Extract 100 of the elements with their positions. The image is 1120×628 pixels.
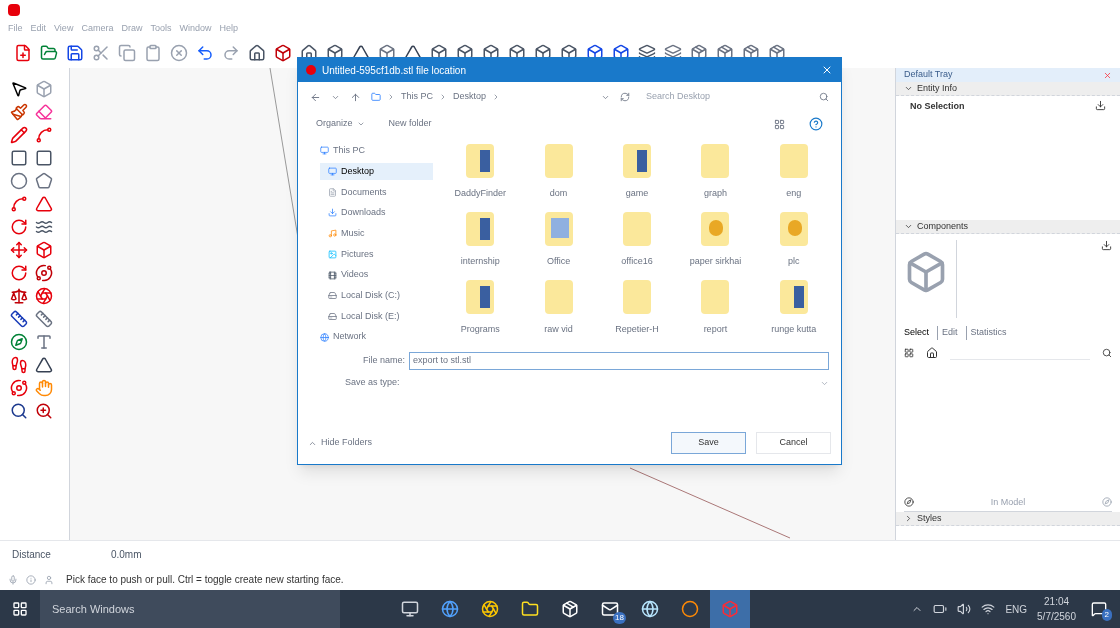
menu-item[interactable]: Edit [30, 22, 47, 36]
navigation-item[interactable]: Pictures [320, 245, 433, 264]
menu-item[interactable]: Tools [150, 22, 172, 36]
windows-start-icon[interactable] [12, 601, 28, 617]
scale-icon[interactable] [10, 287, 28, 305]
erase-icon[interactable] [170, 44, 188, 62]
search-field[interactable]: Search Desktop [640, 90, 829, 104]
file-name-label[interactable]: plc [762, 256, 825, 267]
view-options-icon[interactable] [904, 347, 914, 358]
menu-item[interactable]: Draw [121, 22, 143, 36]
open-folder-icon[interactable] [40, 44, 58, 62]
file-name-label[interactable]: raw vid [527, 324, 590, 335]
organize-button[interactable]: Organize [316, 117, 365, 131]
panel-header[interactable]: Styles [896, 512, 1120, 526]
panel-header[interactable]: Components [896, 220, 1120, 234]
file-name-label[interactable]: internship [449, 256, 512, 267]
component-icon[interactable] [34, 80, 53, 98]
dimension-icon[interactable] [34, 310, 53, 328]
file-name-label[interactable]: game [606, 188, 668, 199]
paste-icon[interactable] [144, 44, 162, 62]
file-name-field[interactable]: export to stl.stl [409, 352, 829, 370]
cut-icon[interactable] [92, 44, 110, 62]
rotated-rectangle-icon[interactable] [34, 149, 53, 167]
navigation-item[interactable]: Downloads [320, 204, 433, 222]
pin-icon[interactable] [1101, 240, 1112, 251]
circle-icon[interactable] [10, 172, 28, 190]
file-name-label[interactable]: Office [527, 256, 590, 267]
panel-header[interactable]: Entity Info [896, 82, 1120, 96]
protractor-icon[interactable] [10, 333, 28, 351]
panel-tab[interactable]: Select [904, 326, 929, 340]
rotate-icon[interactable] [10, 264, 28, 282]
pin-icon[interactable] [1095, 100, 1106, 111]
file-name-label[interactable]: dom [527, 188, 590, 199]
address-bar[interactable]: This PC Desktop [371, 90, 591, 104]
help-icon[interactable] [809, 117, 823, 131]
panel-tab[interactable]: Statistics [965, 326, 1007, 340]
navigation-icon[interactable] [904, 497, 914, 508]
file-name-label[interactable]: eng [762, 188, 825, 199]
up-arrow-icon[interactable] [350, 91, 361, 103]
text-icon[interactable] [34, 333, 53, 351]
new-folder-button[interactable]: New folder [388, 117, 432, 131]
clock-date[interactable]: 5/7/2560 [1037, 609, 1076, 624]
view-options-icon[interactable] [774, 118, 785, 130]
network-icon[interactable] [981, 602, 996, 616]
dialog-button[interactable]: Cancel [756, 432, 831, 454]
house-icon[interactable] [248, 44, 266, 62]
refresh-icon[interactable] [620, 92, 630, 102]
battery-icon[interactable] [933, 602, 948, 616]
eraser-icon[interactable] [34, 103, 53, 121]
menu-item[interactable]: View [54, 22, 74, 36]
rectangle-icon[interactable] [10, 149, 28, 167]
redo-icon[interactable] [222, 44, 240, 62]
navigation-item[interactable]: Desktop [320, 162, 433, 181]
file-name-label[interactable]: paper sirkhai [684, 256, 747, 267]
file-name-label[interactable]: Repetier-H [606, 324, 668, 335]
push-pull-icon[interactable] [34, 241, 53, 259]
select-arrow-icon[interactable] [10, 80, 28, 98]
hide-folders-button[interactable]: Hide Folders [308, 436, 373, 450]
home-icon[interactable] [926, 346, 938, 359]
navigation-item[interactable]: This PC [320, 142, 433, 160]
menu-item[interactable]: Window [179, 22, 212, 36]
zoom-icon[interactable] [10, 402, 28, 420]
measurement-value[interactable]: 0.0mm [110, 547, 142, 562]
clock-time[interactable]: 21:04 [1044, 594, 1070, 609]
file-name-label[interactable]: report [684, 324, 747, 335]
menu-item[interactable]: Help [219, 22, 238, 36]
language-indicator[interactable]: ENG [1005, 601, 1028, 617]
cube-icon[interactable] [274, 44, 292, 62]
chevron-right-icon[interactable] [387, 93, 395, 101]
new-file-icon[interactable] [14, 44, 32, 62]
navigation-item[interactable]: Local Disk (C:) [320, 286, 433, 305]
navigation-item[interactable]: Documents [320, 183, 433, 202]
file-name-label[interactable]: office16 [606, 256, 668, 267]
file-name-label[interactable]: Programs [449, 324, 512, 335]
file-name-label[interactable]: graph [684, 188, 747, 199]
volume-icon[interactable] [957, 602, 972, 616]
navigation-item[interactable]: Music [320, 224, 433, 243]
freehand-icon[interactable] [34, 126, 53, 144]
taskbar-app-button[interactable]: 18 [590, 590, 630, 628]
panel-tab[interactable]: Edit [937, 326, 958, 340]
move-icon[interactable] [10, 241, 28, 259]
taskbar-search-field[interactable]: Search Windows [40, 590, 340, 628]
file-name-label[interactable]: runge kutta [762, 324, 825, 335]
undo-icon[interactable] [196, 44, 214, 62]
orbit-icon[interactable] [10, 379, 28, 397]
tape-measure-icon[interactable] [10, 310, 28, 328]
pencil-icon[interactable] [10, 126, 28, 144]
copy-icon[interactable] [118, 44, 136, 62]
close-icon[interactable] [1103, 70, 1112, 80]
menu-item[interactable]: File [8, 22, 23, 36]
save-icon[interactable] [66, 44, 84, 62]
navigation-item[interactable]: Videos [320, 266, 433, 284]
navigation-item[interactable]: Local Disk (E:) [320, 307, 433, 326]
back-arrow-icon[interactable] [310, 91, 321, 103]
search-icon[interactable] [1102, 347, 1112, 358]
zoom-window-icon[interactable] [34, 402, 53, 420]
dialog-button[interactable]: Save [671, 432, 746, 454]
menu-item[interactable]: Camera [81, 22, 114, 36]
chevron-right-icon[interactable] [439, 93, 447, 101]
file-name-label[interactable]: DaddyFinder [449, 188, 512, 199]
